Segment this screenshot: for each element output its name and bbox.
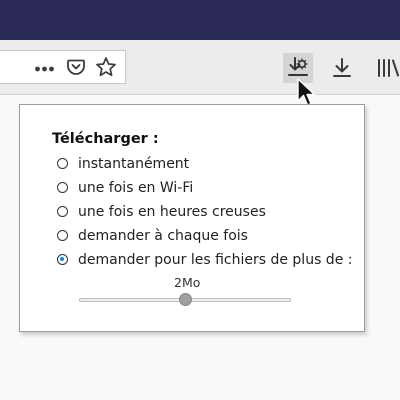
download-settings-icon[interactable] [286,56,310,80]
radio-ask-each-time[interactable] [57,230,68,241]
option-label: une fois en heures creuses [78,204,266,220]
pocket-icon[interactable] [66,57,86,77]
option-label: une fois en Wi-Fi [78,180,194,196]
radio-instant[interactable] [57,158,68,169]
browser-window: Télécharger : instantanément une fois en… [0,0,400,400]
radio-wifi[interactable] [57,182,68,193]
download-settings-panel: Télécharger : instantanément une fois en… [19,104,365,332]
bookmark-star-icon[interactable] [95,56,117,78]
option-label: demander pour les fichiers de plus de : [78,252,353,268]
file-size-threshold-label: 2Mo [174,275,201,290]
radio-off-peak[interactable] [57,206,68,217]
option-label: instantanément [78,156,190,172]
file-size-slider-thumb[interactable] [178,293,192,306]
title-bar [0,0,400,40]
page-actions-more-icon[interactable] [34,61,56,75]
panel-title: Télécharger : [52,131,159,147]
option-label: demander à chaque fois [78,228,248,244]
radio-ask-large-files[interactable] [57,254,68,265]
library-icon[interactable] [376,56,400,80]
download-icon[interactable] [331,56,353,80]
